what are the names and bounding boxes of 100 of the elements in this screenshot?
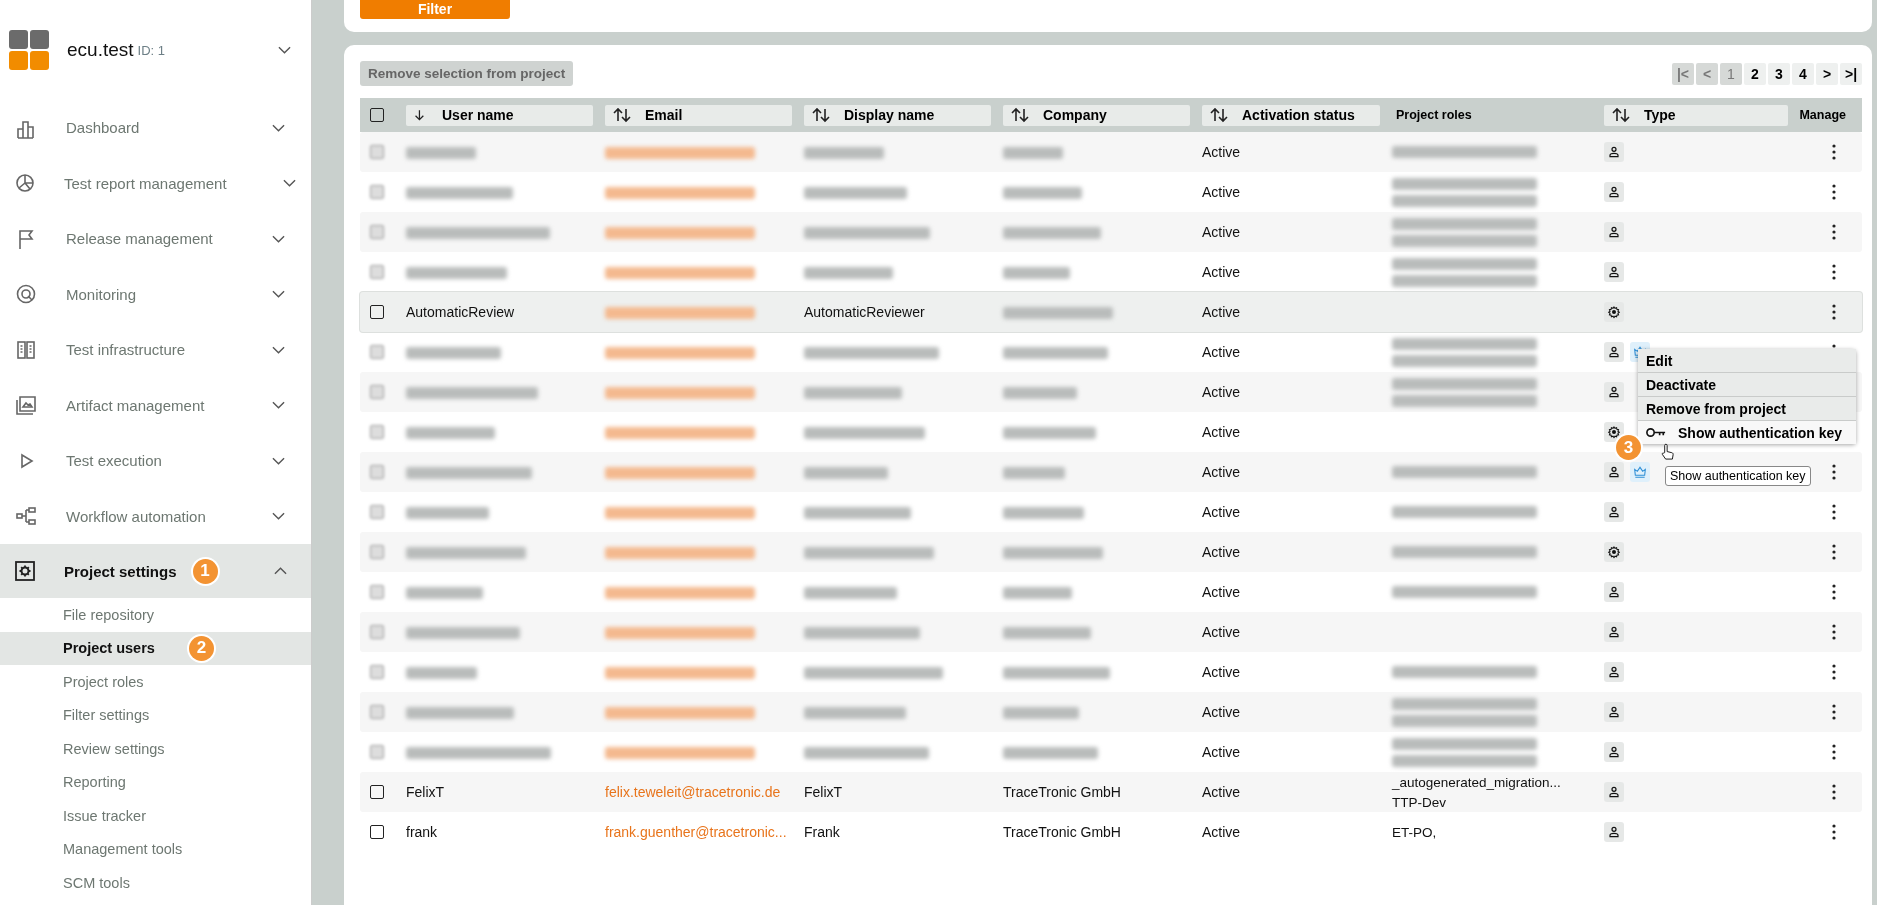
column-header[interactable]: Activation status bbox=[1202, 104, 1380, 126]
column-header[interactable]: Email bbox=[605, 104, 792, 126]
column-header[interactable]: Manage bbox=[1800, 104, 1850, 126]
column-header[interactable]: Company bbox=[1003, 104, 1190, 126]
page-button[interactable]: 4 bbox=[1792, 62, 1814, 85]
sidebar-subitem[interactable]: Project users 2 bbox=[0, 631, 311, 665]
table-cell: AutomaticReview bbox=[406, 304, 515, 320]
status-text: Active bbox=[1202, 624, 1241, 640]
more-icon bbox=[1832, 784, 1836, 800]
more-icon bbox=[1832, 624, 1836, 640]
more-icon bbox=[1832, 664, 1836, 680]
column-header[interactable]: User name bbox=[406, 104, 593, 126]
logo-icon bbox=[9, 30, 49, 70]
sidebar-subitem[interactable]: Issue tracker bbox=[0, 799, 311, 833]
row-checkbox[interactable] bbox=[370, 305, 384, 319]
key-icon bbox=[1646, 427, 1666, 438]
gear-icon bbox=[1606, 424, 1622, 440]
row-checkbox[interactable] bbox=[370, 785, 384, 799]
sidebar-subitem[interactable]: Filter settings bbox=[0, 698, 311, 732]
status-text: Active bbox=[1202, 744, 1241, 760]
user-icon bbox=[1606, 704, 1622, 720]
column-header[interactable]: Type bbox=[1604, 104, 1788, 126]
step-badge: 3 bbox=[1616, 435, 1641, 460]
sidebar-subitem[interactable]: File repository bbox=[0, 598, 311, 632]
table-cell-text: TTP-Dev bbox=[1392, 794, 1447, 810]
sidebar-item[interactable]: Project settings 1 bbox=[0, 544, 311, 598]
row-checkbox[interactable] bbox=[370, 225, 384, 239]
sidebar-subitem[interactable]: Project roles bbox=[0, 665, 311, 699]
select-all-checkbox[interactable] bbox=[370, 108, 384, 122]
more-icon bbox=[1832, 264, 1836, 280]
sidebar-subitem[interactable]: SCM tools bbox=[0, 866, 311, 900]
chevron-down-icon bbox=[272, 234, 285, 243]
status-text: Active bbox=[1202, 584, 1241, 600]
step-badge: 2 bbox=[188, 635, 214, 661]
sidebar-subitem[interactable]: Reporting bbox=[0, 765, 311, 799]
sort-icon bbox=[613, 107, 631, 123]
sidebar-item[interactable]: Test execution bbox=[0, 433, 311, 489]
page-button[interactable]: 3 bbox=[1768, 62, 1790, 85]
project-switcher[interactable] bbox=[278, 46, 291, 54]
menu-item[interactable]: Remove from project bbox=[1638, 397, 1856, 421]
sidebar-subitem[interactable]: Management tools bbox=[0, 832, 311, 866]
row-checkbox[interactable] bbox=[370, 825, 384, 839]
sidebar-item[interactable]: Test infrastructure bbox=[0, 322, 311, 378]
email-link[interactable]: felix.teweleit@tracetronic.de bbox=[605, 784, 781, 800]
status-text: Active bbox=[1202, 784, 1241, 800]
next-page-button[interactable]: > bbox=[1816, 62, 1838, 85]
user-icon bbox=[1606, 624, 1622, 640]
row-checkbox[interactable] bbox=[370, 185, 384, 199]
column-header[interactable]: Project roles bbox=[1392, 104, 1592, 126]
row-checkbox[interactable] bbox=[370, 425, 384, 439]
table-row[interactable]: AutomaticReview AutomaticReviewer Active bbox=[360, 292, 1862, 332]
flow-icon bbox=[15, 505, 37, 528]
row-checkbox[interactable] bbox=[370, 345, 384, 359]
page-button[interactable]: 1 bbox=[1720, 62, 1742, 85]
last-page-button[interactable]: >| bbox=[1840, 62, 1862, 85]
sidebar-item[interactable]: Dashboard bbox=[0, 100, 311, 156]
more-icon bbox=[1832, 184, 1836, 200]
chevron-down-icon bbox=[272, 401, 285, 410]
sidebar-item[interactable]: Monitoring bbox=[0, 266, 311, 322]
gear-icon bbox=[1606, 544, 1622, 560]
status-text: Active bbox=[1202, 544, 1241, 560]
row-checkbox[interactable] bbox=[370, 625, 384, 639]
row-checkbox[interactable] bbox=[370, 145, 384, 159]
table-cell: frank bbox=[406, 824, 438, 840]
status-text: Active bbox=[1202, 264, 1241, 280]
row-checkbox[interactable] bbox=[370, 465, 384, 479]
product-id: ID: 1 bbox=[137, 42, 165, 58]
sidebar-subitem[interactable]: Review settings bbox=[0, 732, 311, 766]
pie-icon bbox=[14, 172, 36, 195]
row-checkbox[interactable] bbox=[370, 505, 384, 519]
row-checkbox[interactable] bbox=[370, 385, 384, 399]
email-link[interactable]: frank.guenther@tracetronic... bbox=[605, 824, 787, 840]
page-button[interactable]: 2 bbox=[1744, 62, 1766, 85]
user-icon bbox=[1606, 504, 1622, 520]
sort-icon bbox=[1210, 107, 1228, 123]
sort-icon bbox=[1011, 107, 1029, 123]
sidebar-item[interactable]: Artifact management bbox=[0, 377, 311, 433]
menu-item[interactable]: Show authentication key bbox=[1638, 421, 1856, 444]
row-checkbox[interactable] bbox=[370, 545, 384, 559]
row-checkbox[interactable] bbox=[370, 705, 384, 719]
filter-button[interactable]: Filter bbox=[360, 0, 510, 19]
status-text: Active bbox=[1202, 144, 1241, 160]
status-text: Active bbox=[1202, 224, 1241, 240]
row-checkbox[interactable] bbox=[370, 665, 384, 679]
row-checkbox[interactable] bbox=[370, 745, 384, 759]
more-icon bbox=[1832, 144, 1836, 160]
user-icon bbox=[1606, 784, 1622, 800]
column-header[interactable]: Display name bbox=[804, 104, 991, 126]
chevron-down-icon bbox=[278, 46, 291, 54]
status-text: Active bbox=[1202, 504, 1241, 520]
menu-item[interactable]: Deactivate bbox=[1638, 373, 1856, 397]
chevron-down-icon bbox=[282, 179, 296, 188]
sidebar-item[interactable]: Workflow automation bbox=[0, 488, 311, 544]
table-cell: AutomaticReviewer bbox=[804, 304, 925, 320]
row-checkbox[interactable] bbox=[370, 265, 384, 279]
sidebar-item[interactable]: Test report management bbox=[0, 155, 311, 211]
row-checkbox[interactable] bbox=[370, 585, 384, 599]
user-icon bbox=[1606, 824, 1622, 840]
sidebar-item[interactable]: Release management bbox=[0, 211, 311, 267]
menu-item[interactable]: Edit bbox=[1638, 349, 1856, 373]
